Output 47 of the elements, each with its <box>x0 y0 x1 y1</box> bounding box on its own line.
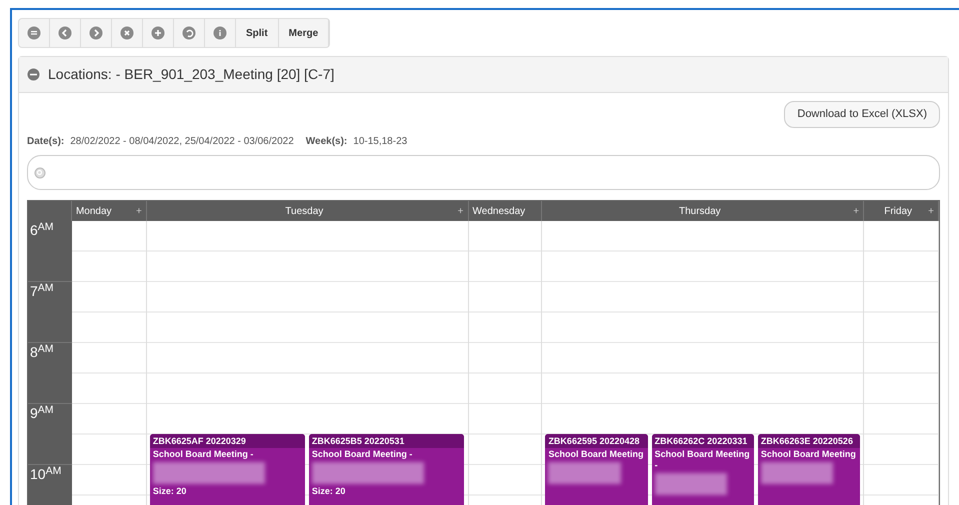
event-code: ZBK662595 20220428 <box>545 434 648 448</box>
event-code: ZBK6625AF 20220329 <box>150 434 305 448</box>
hour-label: 9$^{AM}$ <box>30 405 54 421</box>
toolbar-button[interactable]: Merge <box>278 19 330 47</box>
panel-title: Locations: - BER_901_203_Meeting [20] [C-7] <box>48 65 334 84</box>
toolbar-button[interactable]: Split <box>236 19 279 47</box>
event-title: School Board Meeting <box>548 449 644 460</box>
plus-icon <box>151 26 165 40</box>
search-field[interactable] <box>27 155 940 190</box>
event-title: School Board Meeting - <box>312 449 414 460</box>
close-icon <box>120 26 134 40</box>
weeks-text: 10-15,18-23 <box>353 135 408 149</box>
search-icon <box>34 166 46 178</box>
event-code: ZBK66262C 20220331 <box>652 434 754 448</box>
event-code: ZBK6625B5 20220531 <box>308 434 464 448</box>
event-card[interactable]: ZBK6625AF 20220329 School Board Meeting - Size: 20 <box>150 434 305 505</box>
add-icon[interactable]: + <box>928 204 934 218</box>
collapse-icon[interactable] <box>27 68 40 81</box>
event-size: Size: 20 <box>152 486 188 497</box>
event-title: School Board Meeting - <box>152 449 254 460</box>
day-header: Monday <box>76 204 112 218</box>
hour-label: 6$^{AM}$ <box>30 222 54 238</box>
event-code: ZBK66263E 20220526 <box>758 434 860 448</box>
event-title: School Board Meeting - <box>654 449 751 471</box>
day-header: Thursday <box>678 204 721 218</box>
hour-label: 10$^{AM}$ <box>30 466 62 482</box>
event-card[interactable]: ZBK66262C 20220331 School Board Meeting - <box>652 434 754 505</box>
add-icon[interactable]: + <box>458 204 464 218</box>
undo-icon <box>182 26 196 40</box>
weeks-label: Week(s): <box>306 135 348 149</box>
event-card[interactable]: ZBK66263E 20220526 School Board Meeting <box>758 434 860 505</box>
list-icon <box>27 26 41 40</box>
dates-text: 28/02/2022 - 08/04/2022, 25/04/2022 - 03/06/2022 <box>70 135 294 149</box>
add-icon[interactable]: + <box>853 204 860 218</box>
hour-label: 7$^{AM}$ <box>30 283 54 299</box>
event-card[interactable]: ZBK662595 20220428 School Board Meeting <box>545 434 648 505</box>
info-icon <box>213 26 227 40</box>
hour-label: 8$^{AM}$ <box>30 344 54 360</box>
day-header: Tuesday <box>285 204 324 218</box>
download-button[interactable]: Download to Excel (XLSX) <box>784 101 940 128</box>
add-icon[interactable]: + <box>136 204 142 218</box>
day-header: Friday <box>884 204 912 218</box>
dates-label: Date(s): <box>27 135 64 149</box>
day-header: Wednesday <box>472 204 526 218</box>
event-card[interactable]: ZBK6625B5 20220531 School Board Meeting - Size: 20 <box>308 434 464 505</box>
event-size: Size: 20 <box>312 486 346 497</box>
event-title: School Board Meeting <box>760 449 857 460</box>
